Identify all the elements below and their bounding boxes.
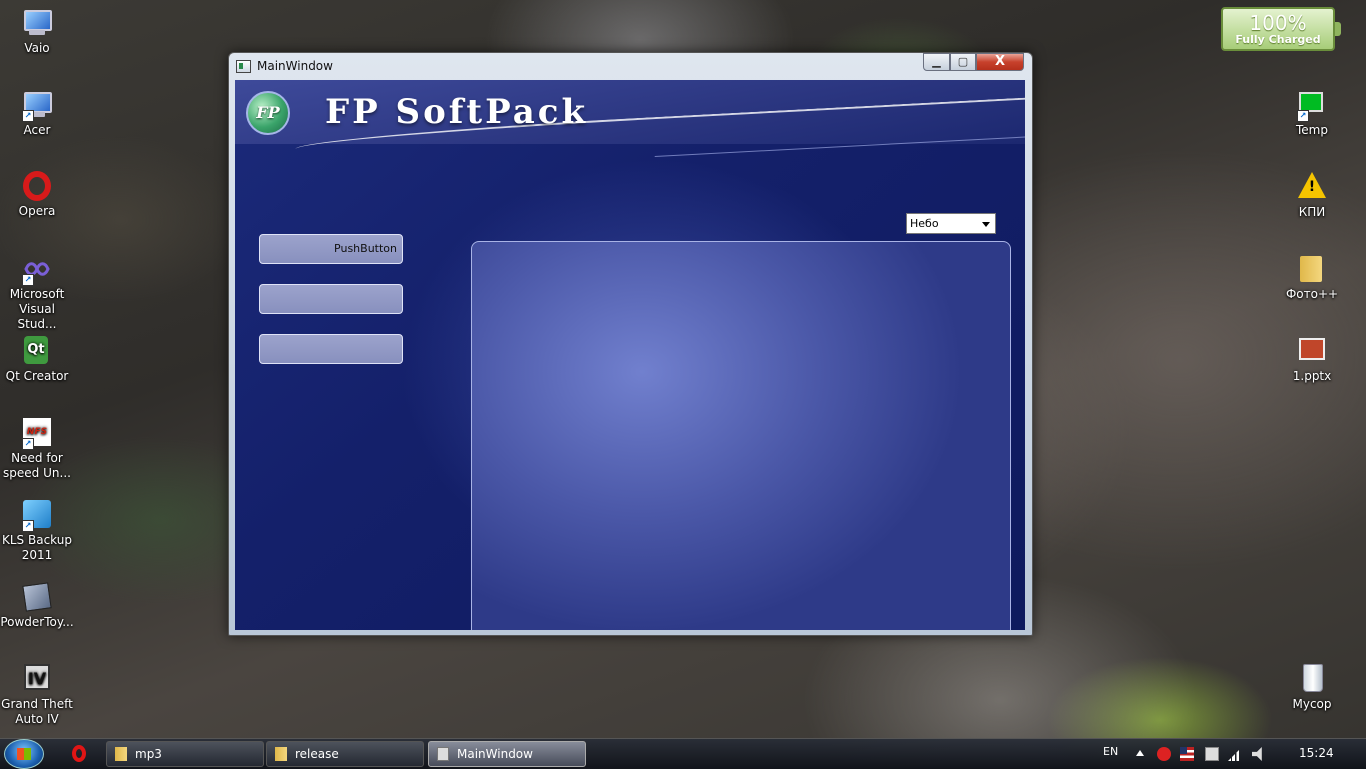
desktop-icon-label: Microsoft Visual Stud... <box>9 287 65 331</box>
recycle-bin-icon <box>1296 664 1328 694</box>
push-button-2[interactable] <box>259 284 403 314</box>
fp-logo-icon: FP <box>246 91 290 135</box>
powdertoy-icon <box>21 582 53 612</box>
taskbar-item-label: mp3 <box>135 747 162 761</box>
opera-icon <box>23 171 51 201</box>
theme-combobox[interactable]: Небо <box>906 213 996 234</box>
battery-percent: 100% <box>1249 11 1307 35</box>
main-window: MainWindow ▁ ▢ X FP FP SoftPack Небо Pus… <box>228 52 1033 636</box>
chevron-down-icon <box>982 222 990 227</box>
desktop-icon-need-for-speed[interactable]: NFS ↗ Need for speed Un... <box>0 418 74 481</box>
taskbar-item-release[interactable]: release <box>266 741 424 767</box>
desktop-icon-acer[interactable]: ↗ Acer <box>0 90 74 138</box>
content-panel <box>471 241 1011 630</box>
taskbar-item-label: MainWindow <box>457 747 533 761</box>
window-icon <box>437 747 449 761</box>
desktop-icon-powdertoy[interactable]: PowderToy... <box>0 582 74 630</box>
taskbar-item-label: release <box>295 747 339 761</box>
battery-status: Fully Charged <box>1235 33 1321 46</box>
desktop-icon-pptx[interactable]: 1.pptx <box>1275 336 1349 384</box>
opera-quicklaunch-icon[interactable] <box>72 745 86 762</box>
taskbar-clock[interactable]: 15:24 <box>1299 746 1334 760</box>
window-titlebar[interactable]: MainWindow ▁ ▢ X <box>229 53 1032 79</box>
nfs-icon: NFS ↗ <box>21 418 53 450</box>
folder-icon <box>115 747 127 761</box>
warning-icon: ! <box>1296 172 1328 202</box>
window-title: MainWindow <box>257 59 333 73</box>
taskbar-item-mp3[interactable]: mp3 <box>106 741 264 767</box>
desktop-icon-visual-studio[interactable]: ↗ Microsoft Visual Stud... <box>0 254 74 332</box>
folder-icon <box>275 747 287 761</box>
qt-glyph: Qt <box>24 336 48 364</box>
monitor-icon: ↗ <box>1296 90 1328 122</box>
gta-glyph: IV <box>24 664 50 690</box>
backup-icon: ↗ <box>21 500 53 532</box>
taskbar-item-mainwindow[interactable]: MainWindow <box>428 741 586 767</box>
desktop-icon-label: Qt Creator <box>5 369 69 383</box>
folder-icon <box>1296 254 1328 284</box>
gta-icon: IV <box>21 664 53 694</box>
volume-icon[interactable] <box>1252 747 1262 761</box>
desktop-icon-label: Acer <box>23 123 51 137</box>
pptx-icon <box>1296 336 1328 366</box>
device-tray-icon[interactable] <box>1205 747 1219 761</box>
desktop-icon-label: KLS Backup 2011 <box>2 533 72 562</box>
desktop-icon-label: Grand Theft Auto IV <box>1 697 73 726</box>
desktop-icon-label: Мусор <box>1292 697 1332 711</box>
taskbar: mp3 release MainWindow EN 15:24 <box>0 738 1366 769</box>
windows-logo-icon <box>17 748 31 760</box>
desktop-icon-label: Vaio <box>24 41 50 55</box>
desktop-icon-temp[interactable]: ↗ Temp <box>1275 90 1349 138</box>
maximize-button[interactable]: ▢ <box>950 53 976 71</box>
battery-nub <box>1335 22 1341 36</box>
desktop-icon-kpi[interactable]: ! КПИ <box>1275 172 1349 220</box>
battery-gadget[interactable]: 100% Fully Charged <box>1221 7 1341 51</box>
desktop-icon-label: КПИ <box>1298 205 1326 219</box>
desktop-icon-gta[interactable]: IV Grand Theft Auto IV <box>0 664 74 727</box>
push-button-3[interactable] <box>259 334 403 364</box>
desktop-icon-foto[interactable]: Фото++ <box>1275 254 1349 302</box>
window-client-area: FP FP SoftPack Небо PushButton <box>235 80 1025 630</box>
start-button[interactable] <box>4 739 44 769</box>
desktop-icon-vaio[interactable]: Vaio <box>0 8 74 56</box>
desktop-icon-label: Need for speed Un... <box>3 451 71 480</box>
antivirus-tray-icon[interactable] <box>1157 747 1171 761</box>
desktop-icon-label: Фото++ <box>1285 287 1339 301</box>
desktop-icon-label: 1.pptx <box>1292 369 1332 383</box>
language-indicator[interactable]: EN <box>1103 745 1118 758</box>
network-signal-icon[interactable] <box>1228 747 1242 761</box>
desktop-icon-label: PowderToy... <box>0 615 74 629</box>
desktop-icon-label: Temp <box>1296 123 1328 137</box>
show-hidden-icons-button[interactable] <box>1136 750 1144 756</box>
desktop-icon-qt-creator[interactable]: Qt Qt Creator <box>0 336 74 384</box>
computer-icon: ↗ <box>21 90 53 122</box>
theme-combobox-value: Небо <box>910 217 939 230</box>
push-button-1[interactable]: PushButton <box>259 234 403 264</box>
close-icon: X <box>994 54 1006 69</box>
close-button[interactable]: X <box>976 53 1024 71</box>
app-icon <box>236 60 251 73</box>
desktop-icon-recycle-bin[interactable]: Мусор <box>1275 664 1349 712</box>
brand-title: FP SoftPack <box>325 92 589 132</box>
desktop-icon-label: Opera <box>18 204 56 218</box>
warning-glyph: ! <box>1308 179 1316 195</box>
flag-tray-icon[interactable] <box>1180 747 1194 761</box>
desktop-icon-kls-backup[interactable]: ↗ KLS Backup 2011 <box>0 500 74 563</box>
visual-studio-icon: ↗ <box>21 254 53 286</box>
qt-icon: Qt <box>21 336 53 366</box>
minimize-button[interactable]: ▁ <box>923 53 950 71</box>
desktop-icon-opera[interactable]: Opera <box>0 171 74 219</box>
computer-icon <box>21 8 53 38</box>
